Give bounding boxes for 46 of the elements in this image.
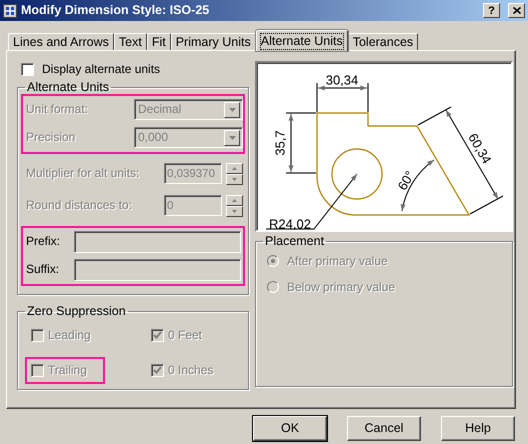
window-title: Modify Dimension Style: ISO-25 <box>21 3 210 18</box>
tab[interactable]: Tolerances <box>348 33 418 50</box>
dropdown-value: 0,000 <box>138 130 168 145</box>
field-label: Unit format: <box>26 102 88 117</box>
text-field[interactable] <box>74 258 241 280</box>
tab[interactable]: Primary Units <box>170 33 256 50</box>
field-label: Precision <box>26 130 76 145</box>
caret-up-icon <box>232 198 237 202</box>
dimension-label: 60° <box>394 168 418 193</box>
spin-up-button[interactable] <box>226 162 243 174</box>
tab[interactable]: Lines and Arrows <box>8 33 114 50</box>
spin-up-button[interactable] <box>226 194 243 206</box>
checkbox-label[interactable]: Display alternate units <box>42 62 160 76</box>
dialog-button[interactable]: OK <box>253 416 327 441</box>
close-icon <box>512 7 520 14</box>
tab[interactable]: Text <box>114 33 147 50</box>
field-label: Round distances to: <box>26 198 132 213</box>
field-label: Prefix: <box>26 234 60 249</box>
checkbox[interactable] <box>21 62 34 76</box>
tab[interactable]: Alternate Units <box>256 30 348 51</box>
dimension-label: 35,7 <box>272 130 288 156</box>
group-title: Zero Suppression <box>26 305 127 318</box>
group-title: Placement <box>264 235 326 248</box>
dialog-button[interactable]: Help <box>441 416 515 441</box>
caret-down-icon <box>232 210 237 212</box>
caret-down-icon <box>232 178 237 180</box>
app-icon <box>3 4 17 18</box>
check-icon <box>153 331 162 339</box>
tab[interactable]: Fit <box>146 33 171 50</box>
spin-down-button[interactable] <box>226 206 243 216</box>
close-button[interactable] <box>508 3 525 18</box>
field-label: Suffix: <box>26 262 60 277</box>
dialog-button[interactable]: Cancel <box>347 416 421 441</box>
dimension-label: 30,34 <box>326 72 358 88</box>
hole-circle <box>331 148 383 200</box>
group-title: Alternate Units <box>26 81 110 94</box>
check-icon <box>153 366 162 374</box>
dropdown-arrow-icon <box>228 108 236 112</box>
dropdown-arrow-icon <box>228 136 236 140</box>
caret-up-icon <box>232 166 237 170</box>
text-field[interactable] <box>74 230 241 252</box>
dimension-label: R24,02 <box>269 216 311 230</box>
help-button[interactable]: ? <box>483 3 500 18</box>
spin-down-button[interactable] <box>226 174 243 184</box>
dropdown-value: Decimal <box>138 102 182 117</box>
field-label: Multiplier for alt units: <box>26 166 140 181</box>
